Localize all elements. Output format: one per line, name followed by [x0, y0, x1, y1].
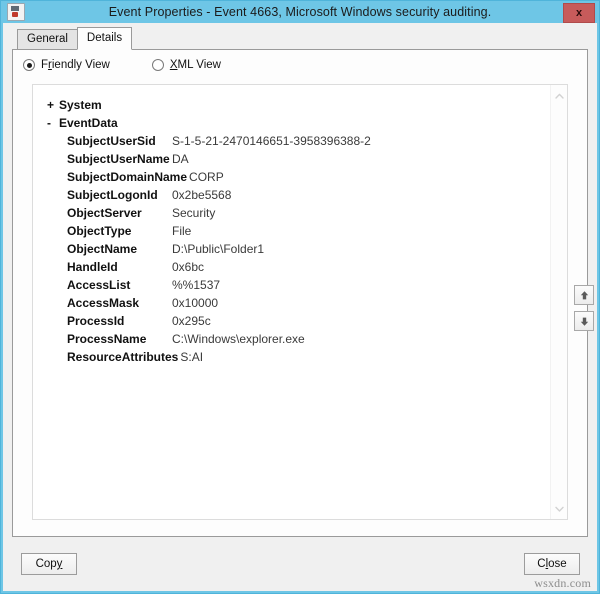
event-data-row: SubjectLogonId 0x2be5568	[33, 186, 550, 204]
event-data-row: ObjectType File	[33, 222, 550, 240]
event-data-key: ObjectName	[67, 242, 138, 256]
event-data-key: SubjectLogonId	[67, 188, 158, 202]
event-data-value: Security	[172, 206, 216, 220]
event-data-row: AccessList %%1537	[33, 276, 550, 294]
event-data-key: ProcessName	[67, 332, 147, 346]
window-title: Event Properties - Event 4663, Microsoft…	[108, 5, 492, 19]
event-data-value: 0x6bc	[172, 260, 205, 274]
tab-details[interactable]: Details	[76, 27, 133, 50]
tree-node-system[interactable]: + System	[33, 96, 550, 114]
view-mode-radio-group: Friendly View XML View	[23, 59, 221, 71]
event-data-value: DA	[172, 152, 189, 166]
event-data-key: ResourceAttributes	[67, 350, 179, 364]
details-vertical-scrollbar[interactable]	[550, 85, 567, 519]
event-data-row: SubjectUserName DA	[33, 150, 550, 168]
event-details-content: + System - EventData SubjectUserSid S-1-5…	[33, 85, 550, 519]
event-data-value: 0x2be5568	[172, 188, 232, 202]
event-data-row: ResourceAttributes S:AI	[33, 348, 550, 366]
event-data-row: HandleId 0x6bc	[33, 258, 550, 276]
previous-event-button[interactable]	[574, 285, 594, 305]
event-data-list: SubjectUserSid S-1-5-21-2470146651-395839…	[33, 132, 550, 366]
radio-friendly-view-indicator	[23, 59, 35, 71]
event-data-value: C:\Windows\explorer.exe	[172, 332, 305, 346]
event-data-value: File	[172, 224, 192, 238]
event-data-row: SubjectDomainName CORP	[33, 168, 550, 186]
event-data-value: %%1537	[172, 278, 221, 292]
window-close-button[interactable]: x	[563, 3, 595, 23]
tree-node-eventdata-label: EventData	[59, 116, 118, 130]
event-data-value: S-1-5-21-2470146651-3958396388-2	[172, 134, 371, 148]
event-data-value: 0x295c	[172, 314, 211, 328]
arrow-up-icon	[580, 290, 588, 299]
copy-button[interactable]: Cop y	[21, 553, 77, 575]
event-data-key: ObjectType	[67, 224, 132, 238]
event-data-key: HandleId	[67, 260, 118, 274]
event-data-value: CORP	[189, 170, 224, 184]
chevron-up-icon[interactable]	[551, 87, 567, 104]
event-data-key: SubjectDomainName	[67, 170, 188, 184]
event-data-value: S:AI	[180, 350, 204, 364]
details-tab-page: Friendly View XML View + System - EventD…	[12, 49, 588, 537]
event-log-icon	[7, 3, 25, 21]
title-bar: Event Properties - Event 4663, Microsoft…	[1, 1, 599, 23]
radio-friendly-view-label: Friendly View	[41, 59, 110, 71]
event-data-key: SubjectUserSid	[67, 134, 156, 148]
tree-node-eventdata[interactable]: - EventData	[33, 114, 550, 132]
close-button[interactable]: Cl ose	[524, 553, 580, 575]
event-data-key: ProcessId	[67, 314, 125, 328]
event-data-row: SubjectUserSid S-1-5-21-2470146651-395839…	[33, 132, 550, 150]
arrow-down-icon	[580, 317, 588, 326]
event-properties-window: Event Properties - Event 4663, Microsoft…	[0, 0, 600, 594]
collapse-minus-icon[interactable]: -	[47, 114, 59, 132]
event-data-value: D:\Public\Folder1	[172, 242, 265, 256]
radio-xml-view-label: XML View	[169, 59, 221, 71]
chevron-down-icon[interactable]	[551, 500, 567, 517]
event-navigation-buttons	[574, 285, 594, 331]
event-data-key: SubjectUserName	[67, 152, 170, 166]
event-data-key: ObjectServer	[67, 206, 142, 220]
event-details-panel: + System - EventData SubjectUserSid S-1-5…	[32, 84, 568, 520]
radio-xml-view-indicator	[151, 59, 164, 71]
tabstrip: General Details	[17, 27, 133, 50]
dialog-client-area: General Details Friendly View XML View +…	[3, 23, 597, 591]
event-data-row: ObjectName D:\Public\Folder1	[33, 240, 550, 258]
event-data-row: ProcessId 0x295c	[33, 312, 550, 330]
event-data-row: ProcessName C:\Windows\explorer.exe	[33, 330, 550, 348]
tree-node-system-label: System	[59, 98, 102, 112]
radio-friendly-view[interactable]: Friendly View	[23, 59, 110, 71]
event-data-row: AccessMask 0x10000	[33, 294, 550, 312]
event-data-key: AccessMask	[67, 296, 140, 310]
watermark: wsxdn.com	[534, 576, 591, 590]
radio-xml-view[interactable]: XML View	[151, 59, 221, 71]
tab-general[interactable]: General	[17, 29, 78, 50]
expand-plus-icon[interactable]: +	[47, 96, 59, 114]
event-data-key: AccessList	[67, 278, 131, 292]
event-data-row: ObjectServer Security	[33, 204, 550, 222]
next-event-button[interactable]	[574, 311, 594, 331]
event-data-value: 0x10000	[172, 296, 219, 310]
